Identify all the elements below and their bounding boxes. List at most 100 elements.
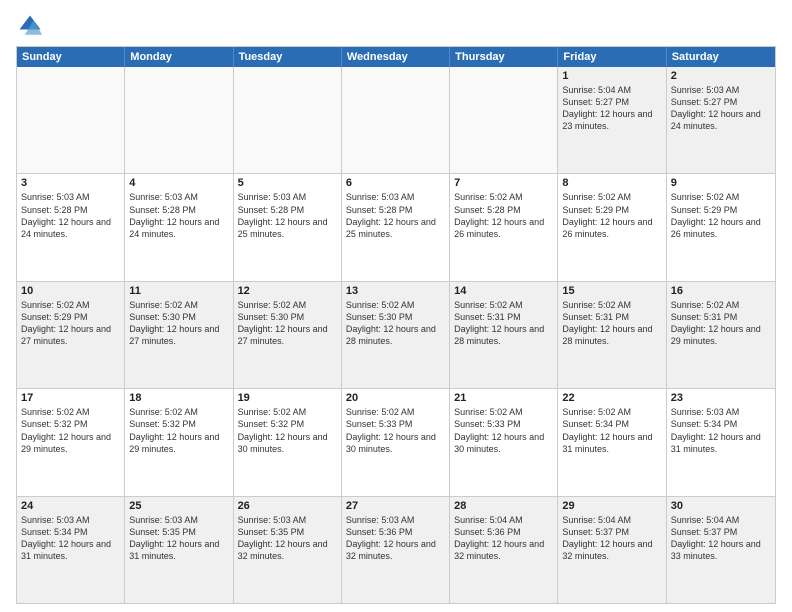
calendar-cell [17, 67, 125, 173]
calendar-cell: 25 Sunrise: 5:03 AMSunset: 5:35 PMDaylig… [125, 497, 233, 603]
calendar-cell [342, 67, 450, 173]
calendar-cell: 3 Sunrise: 5:03 AMSunset: 5:28 PMDayligh… [17, 174, 125, 280]
day-info: Sunrise: 5:02 AMSunset: 5:33 PMDaylight:… [454, 406, 553, 455]
weekday-header: Sunday [17, 47, 125, 67]
weekday-header: Wednesday [342, 47, 450, 67]
calendar-cell: 29 Sunrise: 5:04 AMSunset: 5:37 PMDaylig… [558, 497, 666, 603]
calendar-cell: 22 Sunrise: 5:02 AMSunset: 5:34 PMDaylig… [558, 389, 666, 495]
calendar-row: 3 Sunrise: 5:03 AMSunset: 5:28 PMDayligh… [17, 173, 775, 280]
day-number: 5 [238, 177, 337, 189]
day-info: Sunrise: 5:03 AMSunset: 5:35 PMDaylight:… [238, 514, 337, 563]
day-info: Sunrise: 5:02 AMSunset: 5:33 PMDaylight:… [346, 406, 445, 455]
logo-icon [16, 12, 44, 40]
weekday-header: Thursday [450, 47, 558, 67]
day-number: 19 [238, 392, 337, 404]
calendar-cell: 15 Sunrise: 5:02 AMSunset: 5:31 PMDaylig… [558, 282, 666, 388]
day-number: 30 [671, 500, 771, 512]
weekday-header: Friday [558, 47, 666, 67]
day-number: 11 [129, 285, 228, 297]
calendar-cell [125, 67, 233, 173]
day-info: Sunrise: 5:02 AMSunset: 5:31 PMDaylight:… [454, 299, 553, 348]
day-info: Sunrise: 5:02 AMSunset: 5:34 PMDaylight:… [562, 406, 661, 455]
day-info: Sunrise: 5:02 AMSunset: 5:32 PMDaylight:… [129, 406, 228, 455]
day-info: Sunrise: 5:03 AMSunset: 5:36 PMDaylight:… [346, 514, 445, 563]
day-number: 27 [346, 500, 445, 512]
day-info: Sunrise: 5:03 AMSunset: 5:28 PMDaylight:… [346, 191, 445, 240]
day-number: 14 [454, 285, 553, 297]
day-info: Sunrise: 5:04 AMSunset: 5:36 PMDaylight:… [454, 514, 553, 563]
calendar-cell: 30 Sunrise: 5:04 AMSunset: 5:37 PMDaylig… [667, 497, 775, 603]
calendar-cell: 24 Sunrise: 5:03 AMSunset: 5:34 PMDaylig… [17, 497, 125, 603]
day-info: Sunrise: 5:02 AMSunset: 5:29 PMDaylight:… [21, 299, 120, 348]
calendar-cell [450, 67, 558, 173]
day-number: 26 [238, 500, 337, 512]
calendar-row: 17 Sunrise: 5:02 AMSunset: 5:32 PMDaylig… [17, 388, 775, 495]
day-info: Sunrise: 5:02 AMSunset: 5:30 PMDaylight:… [346, 299, 445, 348]
calendar-cell: 4 Sunrise: 5:03 AMSunset: 5:28 PMDayligh… [125, 174, 233, 280]
day-info: Sunrise: 5:02 AMSunset: 5:32 PMDaylight:… [21, 406, 120, 455]
day-number: 25 [129, 500, 228, 512]
calendar-cell: 26 Sunrise: 5:03 AMSunset: 5:35 PMDaylig… [234, 497, 342, 603]
weekday-header: Saturday [667, 47, 775, 67]
day-number: 7 [454, 177, 553, 189]
day-number: 2 [671, 70, 771, 82]
day-info: Sunrise: 5:02 AMSunset: 5:32 PMDaylight:… [238, 406, 337, 455]
calendar-row: 24 Sunrise: 5:03 AMSunset: 5:34 PMDaylig… [17, 496, 775, 603]
calendar-cell: 5 Sunrise: 5:03 AMSunset: 5:28 PMDayligh… [234, 174, 342, 280]
day-info: Sunrise: 5:03 AMSunset: 5:28 PMDaylight:… [238, 191, 337, 240]
calendar-cell: 10 Sunrise: 5:02 AMSunset: 5:29 PMDaylig… [17, 282, 125, 388]
calendar-cell: 1 Sunrise: 5:04 AMSunset: 5:27 PMDayligh… [558, 67, 666, 173]
day-number: 13 [346, 285, 445, 297]
day-number: 16 [671, 285, 771, 297]
day-info: Sunrise: 5:04 AMSunset: 5:27 PMDaylight:… [562, 84, 661, 133]
calendar-cell: 19 Sunrise: 5:02 AMSunset: 5:32 PMDaylig… [234, 389, 342, 495]
weekday-header: Monday [125, 47, 233, 67]
day-number: 3 [21, 177, 120, 189]
day-number: 20 [346, 392, 445, 404]
calendar-cell: 12 Sunrise: 5:02 AMSunset: 5:30 PMDaylig… [234, 282, 342, 388]
calendar-cell: 6 Sunrise: 5:03 AMSunset: 5:28 PMDayligh… [342, 174, 450, 280]
day-info: Sunrise: 5:02 AMSunset: 5:31 PMDaylight:… [671, 299, 771, 348]
day-number: 1 [562, 70, 661, 82]
calendar-cell: 16 Sunrise: 5:02 AMSunset: 5:31 PMDaylig… [667, 282, 775, 388]
calendar-header: SundayMondayTuesdayWednesdayThursdayFrid… [17, 47, 775, 67]
calendar-cell: 20 Sunrise: 5:02 AMSunset: 5:33 PMDaylig… [342, 389, 450, 495]
day-number: 29 [562, 500, 661, 512]
weekday-header: Tuesday [234, 47, 342, 67]
calendar-cell: 11 Sunrise: 5:02 AMSunset: 5:30 PMDaylig… [125, 282, 233, 388]
day-info: Sunrise: 5:03 AMSunset: 5:27 PMDaylight:… [671, 84, 771, 133]
day-info: Sunrise: 5:02 AMSunset: 5:31 PMDaylight:… [562, 299, 661, 348]
calendar-cell: 14 Sunrise: 5:02 AMSunset: 5:31 PMDaylig… [450, 282, 558, 388]
day-info: Sunrise: 5:02 AMSunset: 5:29 PMDaylight:… [562, 191, 661, 240]
day-number: 10 [21, 285, 120, 297]
day-number: 8 [562, 177, 661, 189]
calendar-cell: 7 Sunrise: 5:02 AMSunset: 5:28 PMDayligh… [450, 174, 558, 280]
calendar-cell: 13 Sunrise: 5:02 AMSunset: 5:30 PMDaylig… [342, 282, 450, 388]
day-info: Sunrise: 5:03 AMSunset: 5:35 PMDaylight:… [129, 514, 228, 563]
day-info: Sunrise: 5:02 AMSunset: 5:30 PMDaylight:… [238, 299, 337, 348]
day-number: 6 [346, 177, 445, 189]
calendar-cell: 18 Sunrise: 5:02 AMSunset: 5:32 PMDaylig… [125, 389, 233, 495]
day-number: 24 [21, 500, 120, 512]
calendar-cell: 17 Sunrise: 5:02 AMSunset: 5:32 PMDaylig… [17, 389, 125, 495]
day-number: 23 [671, 392, 771, 404]
page: SundayMondayTuesdayWednesdayThursdayFrid… [0, 0, 792, 612]
calendar-row: 1 Sunrise: 5:04 AMSunset: 5:27 PMDayligh… [17, 67, 775, 173]
calendar-cell: 21 Sunrise: 5:02 AMSunset: 5:33 PMDaylig… [450, 389, 558, 495]
day-number: 12 [238, 285, 337, 297]
day-number: 4 [129, 177, 228, 189]
calendar-cell: 9 Sunrise: 5:02 AMSunset: 5:29 PMDayligh… [667, 174, 775, 280]
calendar-cell: 2 Sunrise: 5:03 AMSunset: 5:27 PMDayligh… [667, 67, 775, 173]
day-info: Sunrise: 5:02 AMSunset: 5:28 PMDaylight:… [454, 191, 553, 240]
calendar-cell [234, 67, 342, 173]
day-info: Sunrise: 5:04 AMSunset: 5:37 PMDaylight:… [562, 514, 661, 563]
calendar: SundayMondayTuesdayWednesdayThursdayFrid… [16, 46, 776, 604]
day-info: Sunrise: 5:04 AMSunset: 5:37 PMDaylight:… [671, 514, 771, 563]
day-info: Sunrise: 5:03 AMSunset: 5:34 PMDaylight:… [671, 406, 771, 455]
day-number: 9 [671, 177, 771, 189]
calendar-cell: 27 Sunrise: 5:03 AMSunset: 5:36 PMDaylig… [342, 497, 450, 603]
calendar-cell: 8 Sunrise: 5:02 AMSunset: 5:29 PMDayligh… [558, 174, 666, 280]
header [16, 12, 776, 40]
day-number: 28 [454, 500, 553, 512]
calendar-body: 1 Sunrise: 5:04 AMSunset: 5:27 PMDayligh… [17, 67, 775, 603]
